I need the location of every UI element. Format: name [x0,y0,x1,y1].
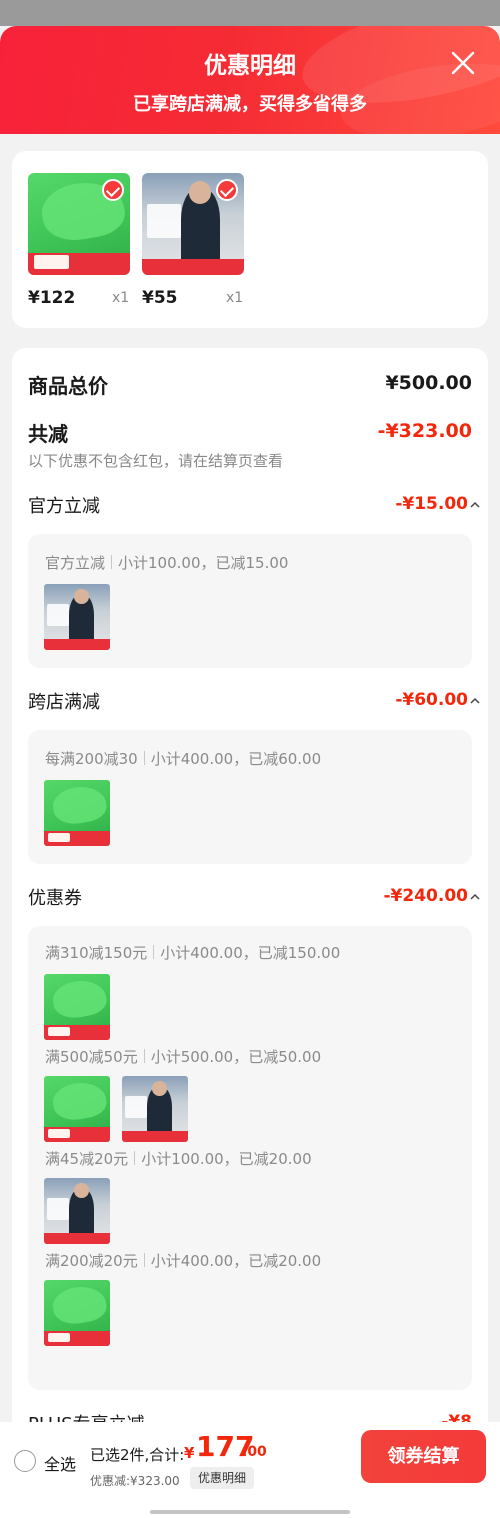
checkout-bar: 全选 已选2件,合计: ¥ 177 .00 优惠减:¥323.00 优惠明细 领… [0,1422,500,1518]
product-thumb-sweater [122,1076,188,1142]
sheet-title: 优惠明细 [204,53,296,79]
coupon-discount-label: 优惠券 [28,888,82,909]
chevron-up-icon[interactable] [470,696,480,706]
discount-rule: 满45减20元 小计100.00，已减20.00 [45,1150,312,1168]
product-thumb-sweater [44,584,110,650]
total-reduce-value: -¥323.00 [377,420,472,442]
selected-products-card: ¥122 x1 ¥55 x1 [12,151,488,328]
select-all-label[interactable]: 全选 [44,1451,76,1475]
coupon-discount-amount[interactable]: -¥240.00 [384,886,469,906]
chevron-up-icon[interactable] [470,892,480,902]
product-thumb-sneaker [44,780,110,846]
cross-store-discount-amount[interactable]: -¥60.00 [395,690,468,710]
product-thumb-sneaker [44,974,110,1040]
discount-detail-button[interactable]: 优惠明细 [190,1467,255,1489]
chevron-up-icon[interactable] [470,500,480,510]
official-discount-label: 官方立减 [28,496,100,517]
selected-count-text: 已选2件,合计: [90,1446,185,1464]
total-price-label: 商品总价 [28,374,108,398]
official-discount-panel: 官方立减 小计100.00，已减15.00 [28,534,472,668]
product-price: ¥122 [28,288,76,308]
coupon-discount-panel: 满310减150元 小计400.00，已减150.00 满500减50元 小计500… [28,926,472,1390]
discount-rule: 每满200减30 小计400.00，已减60.00 [45,750,322,768]
status-bar-backdrop [0,0,500,26]
home-indicator [150,1510,350,1514]
discount-detail-sheet: 优惠明细 已享跨店满减，买得多省得多 ¥122 x1 ¥55 x1 商品总价 ¥… [0,26,500,1518]
product-image-sweater[interactable] [142,173,244,275]
discount-rule: 满310减150元 小计400.00，已减150.00 [45,944,341,962]
discount-rule: 官方立减 小计100.00，已减15.00 [45,554,289,572]
selected-check-icon [216,179,238,201]
product-thumb-sneaker [44,1076,110,1142]
product-price: ¥55 [142,288,178,308]
product-thumb-sneaker [44,1280,110,1346]
checkout-button[interactable]: 领券结算 [361,1430,486,1483]
sheet-header: 优惠明细 已享跨店满减，买得多省得多 [0,26,500,134]
selected-check-icon [102,179,124,201]
cross-store-discount-panel: 每满200减30 小计400.00，已减60.00 [28,730,472,864]
sheet-subtitle: 已享跨店满减，买得多省得多 [133,94,367,115]
total-currency: ¥ [184,1444,195,1462]
select-all-radio[interactable] [14,1450,36,1472]
total-reduce-label: 共减 [28,422,68,446]
redpacket-hint: 以下优惠不包含红包，请在结算页查看 [28,452,284,470]
product-qty: x1 [226,290,244,306]
cross-store-discount-label: 跨店满减 [28,692,100,713]
total-price-value: ¥500.00 [385,372,472,394]
product-image-sneaker[interactable] [28,173,130,275]
product-thumb-sweater [44,1178,110,1244]
discount-rule: 满200减20元 小计400.00，已减20.00 [45,1252,322,1270]
product-qty: x1 [112,290,130,306]
discount-rule: 满500减50元 小计500.00，已减50.00 [45,1048,322,1066]
official-discount-amount[interactable]: -¥15.00 [395,494,468,514]
saved-amount: 优惠减:¥323.00 [90,1474,180,1488]
close-icon[interactable] [448,48,478,78]
total-amount-dec: .00 [242,1444,267,1460]
discount-breakdown-card: 商品总价 ¥500.00 共减 -¥323.00 以下优惠不包含红包，请在结算页… [12,348,488,1436]
